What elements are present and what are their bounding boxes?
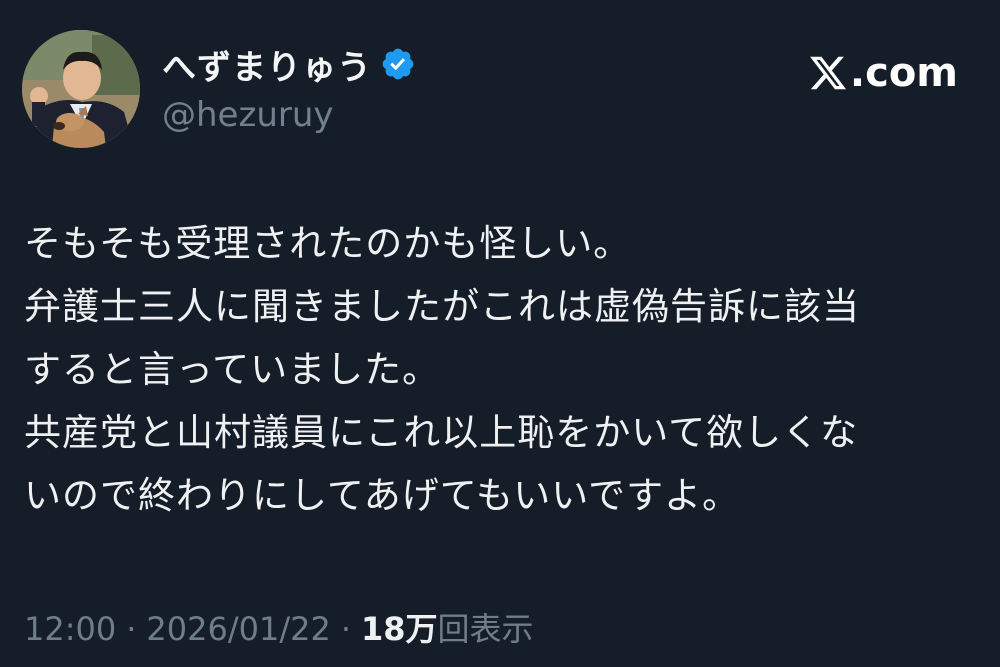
tweet-line: すると言っていました。: [24, 348, 441, 391]
meta-separator: ·: [126, 610, 137, 648]
views-count[interactable]: 18万: [361, 604, 438, 650]
tweet-line: そもそも受理されたのかも怪しい。: [24, 222, 632, 265]
meta-separator: ·: [340, 610, 351, 648]
x-com-brand: .com: [808, 48, 958, 98]
author-handle[interactable]: @hezuruy: [162, 95, 334, 135]
tweet-line: 弁護士三人に聞きましたがこれは虚偽告訴に該当: [24, 285, 860, 328]
profile-photo-icon: [22, 30, 140, 148]
brand-domain-text: .com: [849, 50, 958, 96]
tweet-date[interactable]: 2026/01/22: [146, 610, 330, 648]
verified-badge-icon: [380, 46, 416, 82]
author-name-row[interactable]: へずまりゅう: [162, 40, 416, 88]
tweet-line: 共産党と山村議員にこれ以上恥をかいて欲しくな: [24, 411, 859, 454]
author-display-name[interactable]: へずまりゅう: [162, 40, 372, 89]
tweet-body: そもそも受理されたのかも怪しい。 弁護士三人に聞きましたがこれは虚偽告訴に該当 …: [24, 212, 964, 527]
x-logo-icon: [808, 53, 848, 93]
tweet-line: いので終わりにしてあげてもいいですよ。: [24, 474, 741, 517]
tweet-time[interactable]: 12:00: [24, 610, 116, 648]
tweet-card: へずまりゅう @hezuruy .com そもそも受理されたのかも怪しい。 弁護…: [0, 0, 1000, 667]
tweet-meta: 12:00 · 2026/01/22 · 18万 回表示: [24, 604, 534, 650]
views-label: 回表示: [437, 610, 534, 648]
avatar[interactable]: [22, 30, 140, 148]
